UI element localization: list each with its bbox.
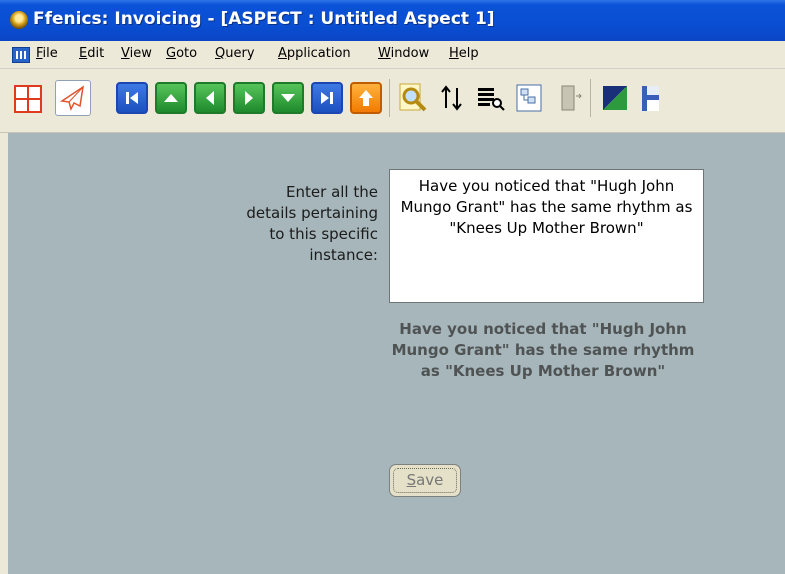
save-button[interactable]: Save <box>389 464 461 497</box>
upload-icon[interactable] <box>350 82 382 114</box>
instance-details-label: Enter all the details pertaining to this… <box>196 182 378 266</box>
app-icon[interactable] <box>10 11 28 29</box>
title-bar[interactable]: Ffenics: Invoicing - [ASPECT : Untitled … <box>0 0 785 41</box>
save-disk-icon[interactable] <box>639 82 659 114</box>
menu-window[interactable]: Window <box>378 46 429 61</box>
menu-view[interactable]: View <box>121 46 152 61</box>
window-menu-icon[interactable] <box>12 47 30 63</box>
left-frame-edge <box>0 133 8 574</box>
prompt-line: instance: <box>309 246 378 264</box>
save-button-label: Save <box>393 468 457 493</box>
first-record-icon[interactable] <box>116 82 148 114</box>
window-title: Ffenics: Invoicing - [ASPECT : Untitled … <box>33 9 495 29</box>
menu-application[interactable]: Application <box>278 46 351 61</box>
toolbar <box>0 69 785 133</box>
edit-icon[interactable] <box>600 82 632 114</box>
find-icon[interactable] <box>397 82 429 114</box>
previous-record-icon[interactable] <box>194 82 226 114</box>
grid-layout-icon[interactable] <box>12 82 44 114</box>
toolbar-separator <box>389 79 390 117</box>
menu-file[interactable]: File <box>36 46 58 61</box>
instance-details-display: Have you noticed that "Hugh John Mungo G… <box>391 320 695 380</box>
list-search-icon[interactable] <box>475 82 507 114</box>
menu-edit[interactable]: Edit <box>79 46 104 61</box>
prompt-line: to this specific <box>269 225 378 243</box>
paper-plane-icon[interactable] <box>55 80 91 116</box>
prompt-line: Enter all the <box>286 183 378 201</box>
down-arrow-icon[interactable] <box>272 82 304 114</box>
instance-details-input[interactable]: Have you noticed that "Hugh John Mungo G… <box>389 169 704 303</box>
last-record-icon[interactable] <box>311 82 343 114</box>
menu-bar: File Edit View Goto Query Application Wi… <box>0 41 785 69</box>
toolbar-separator <box>590 79 591 117</box>
exit-icon[interactable] <box>553 82 585 114</box>
prompt-line: details pertaining <box>246 204 378 222</box>
menu-goto[interactable]: Goto <box>166 46 197 61</box>
next-record-icon[interactable] <box>233 82 265 114</box>
tree-icon[interactable] <box>514 82 546 114</box>
up-arrow-icon[interactable] <box>155 82 187 114</box>
menu-help[interactable]: Help <box>449 46 479 61</box>
sort-icon[interactable] <box>436 82 468 114</box>
menu-query[interactable]: Query <box>215 46 255 61</box>
